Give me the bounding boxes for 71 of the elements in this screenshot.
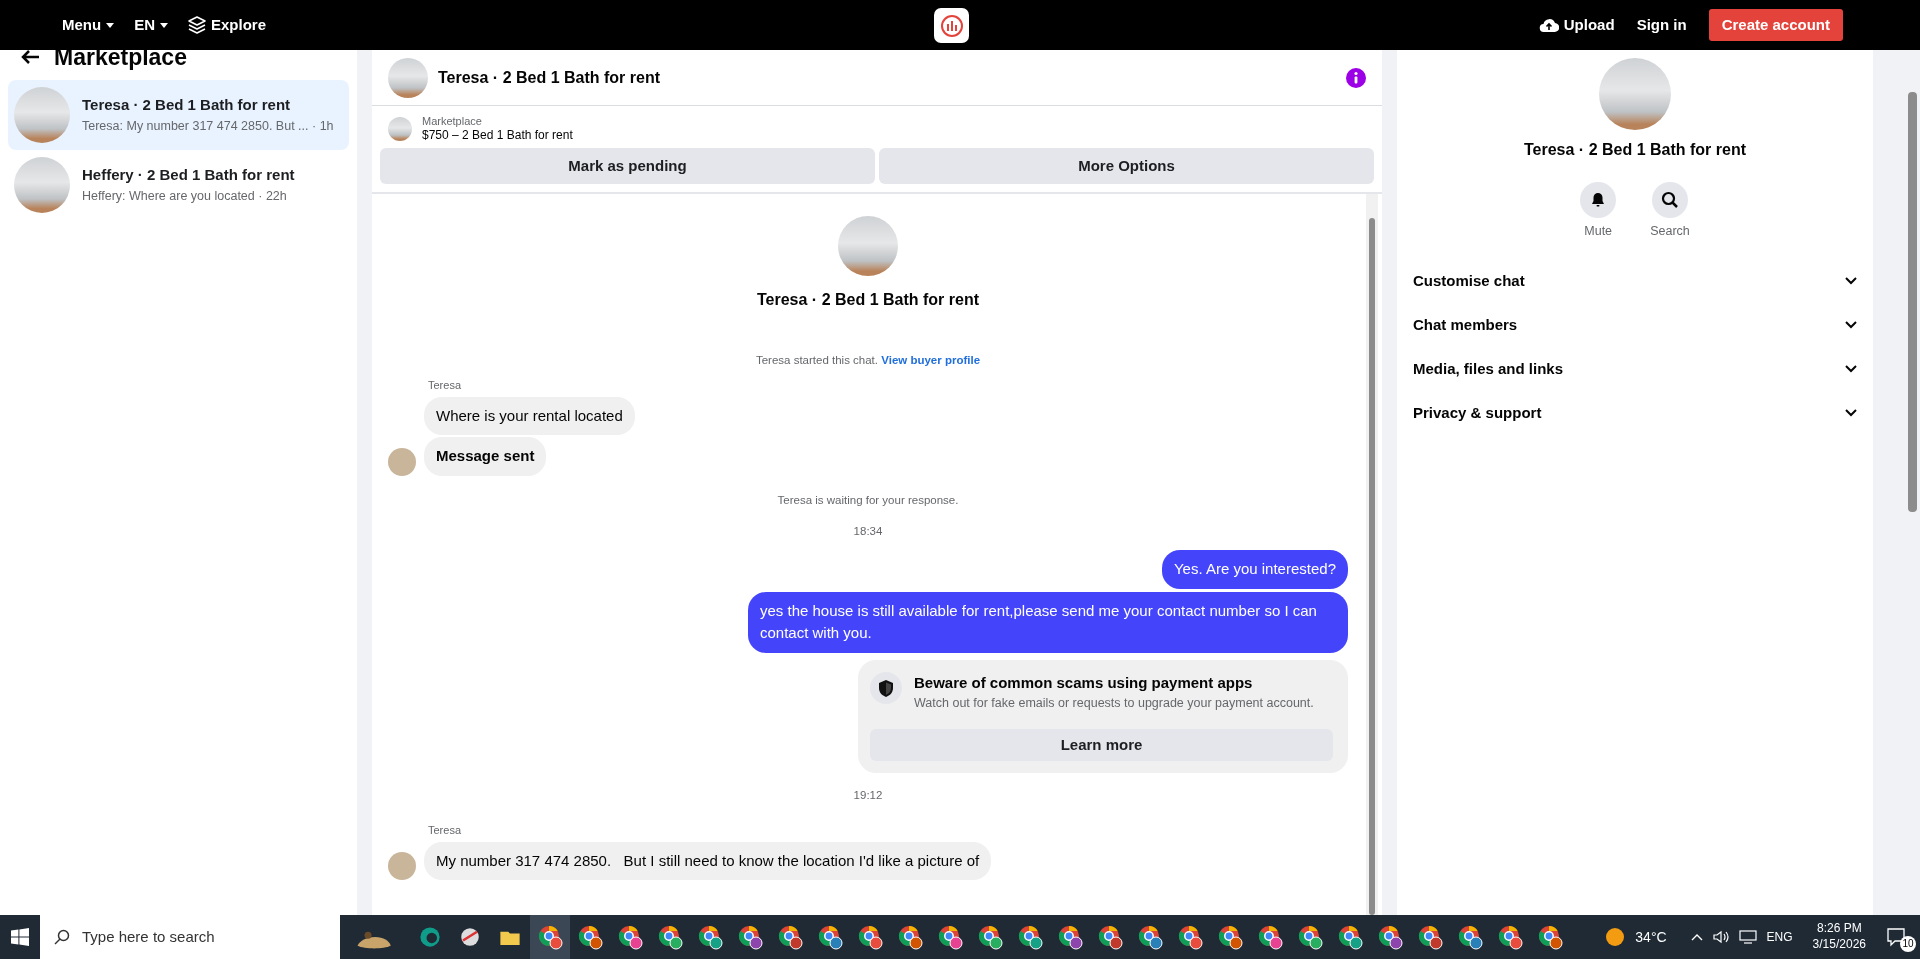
caret-icon (160, 22, 168, 28)
sender-avatar (388, 852, 416, 881)
sun-icon[interactable] (1605, 927, 1626, 947)
chat-intro-title: Teresa · 2 Bed 1 Bath for rent (757, 289, 979, 310)
listing-photo (14, 87, 70, 143)
action-label: Mute (1584, 223, 1613, 240)
chat-action-button[interactable]: Mark as pending (380, 147, 875, 184)
layers-icon (188, 16, 206, 34)
incoming-message: Where is your rental located (424, 396, 635, 436)
buyer-profile-link[interactable]: View buyer profile (881, 353, 981, 366)
outgoing-message: Yes. Are you interested? (1161, 550, 1348, 589)
outgoing-message: yes the house is still available for rent,please send me your contact number so I can contact with you. (748, 591, 1348, 653)
upload-button[interactable]: Upload (1538, 13, 1615, 37)
chat-notice: Teresa is waiting for your response. (776, 492, 960, 508)
chat-action-button[interactable]: More Options (879, 147, 1374, 184)
warning-title: Beware of common scams using payment apps (914, 672, 1254, 693)
conversation-preview: Teresa: My number 317 474 2850. But ... · 1h (82, 117, 334, 135)
site-logo[interactable] (934, 8, 969, 43)
conversation-title: Teresa · 2 Bed 1 Bath for rent (82, 95, 292, 116)
chevron-up-icon[interactable] (1690, 933, 1703, 941)
details-section-row[interactable]: Privacy & support (1413, 390, 1857, 435)
listing-photo (14, 157, 70, 213)
incoming-message: Message sent (424, 437, 547, 476)
explore-link[interactable]: Explore (188, 13, 267, 37)
message-timestamp: 19:12 (852, 787, 884, 803)
chat-notice: Teresa started this chat. View buyer profile (754, 352, 982, 368)
info-icon[interactable] (1346, 67, 1366, 88)
incoming-message: My number 317 474 2850. But I still need to know the location I'd like a picture of (424, 841, 992, 881)
chrome-profile-icon[interactable] (530, 915, 570, 959)
network-icon[interactable] (1738, 930, 1757, 944)
language-indicator[interactable]: ENG (1766, 928, 1793, 946)
message-timestamp: 18:34 (852, 523, 884, 539)
details-section-row[interactable]: Chat members (1413, 302, 1857, 347)
sender-avatar (388, 447, 416, 476)
conversation-title: Heffery · 2 Bed 1 Bath for rent (82, 165, 295, 186)
create-account-button[interactable]: Create account (1708, 8, 1843, 42)
chat-title: Teresa · 2 Bed 1 Bath for rent (438, 67, 660, 88)
bell-icon (1590, 192, 1607, 208)
chat-scrollbar[interactable] (1366, 193, 1378, 915)
caret-icon (106, 22, 115, 28)
cloud-upload-icon (1538, 17, 1559, 33)
back-arrow-icon[interactable] (20, 49, 40, 65)
search-icon (54, 929, 70, 945)
sender-name: Teresa (428, 378, 463, 394)
listing-thumbnail (388, 116, 412, 141)
clock-date[interactable]: 3/15/2026 (1812, 937, 1866, 953)
action-label: Search (1650, 223, 1690, 240)
dropdown-menu-button[interactable]: EN (134, 13, 168, 37)
listing-photo (388, 57, 428, 98)
details-section-row[interactable]: Customise chat (1413, 258, 1857, 303)
conversation-item[interactable]: Heffery · 2 Bed 1 Bath for rent Heffery: Where are you located · 22h (8, 150, 349, 220)
sign-in-link[interactable]: Sign in (1636, 13, 1687, 37)
sidebar-title: Marketplace (54, 42, 187, 72)
details-section-row[interactable]: Media, files and links (1413, 346, 1857, 391)
search-button[interactable] (1652, 182, 1688, 218)
learn-more-button[interactable]: Learn more (870, 728, 1333, 761)
dropdown-menu-button[interactable]: Menu (62, 13, 115, 37)
mute-button[interactable] (1580, 182, 1617, 218)
search-icon (1661, 191, 1679, 209)
sender-name: Teresa (428, 823, 463, 839)
listing-source: Marketplace (422, 114, 483, 129)
warning-text: Watch out for fake emails or requests to upgrade your payment account. (914, 695, 1314, 713)
temperature[interactable]: 34°C (1635, 926, 1667, 948)
conversation-item[interactable]: Teresa · 2 Bed 1 Bath for rent Teresa: My number 317 474 2850. But ... · 1h (8, 80, 349, 150)
shield-icon (870, 671, 902, 704)
conversation-preview: Heffery: Where are you located · 22h (82, 187, 288, 205)
listing-title: $750 – 2 Bed 1 Bath for rent (422, 128, 573, 144)
taskbar-search-field[interactable]: Type here to search (40, 915, 340, 959)
speaker-icon[interactable] (1712, 930, 1729, 944)
details-title: Teresa · 2 Bed 1 Bath for rent (1524, 140, 1746, 160)
clock-time[interactable]: 8:26 PM (1812, 921, 1866, 937)
